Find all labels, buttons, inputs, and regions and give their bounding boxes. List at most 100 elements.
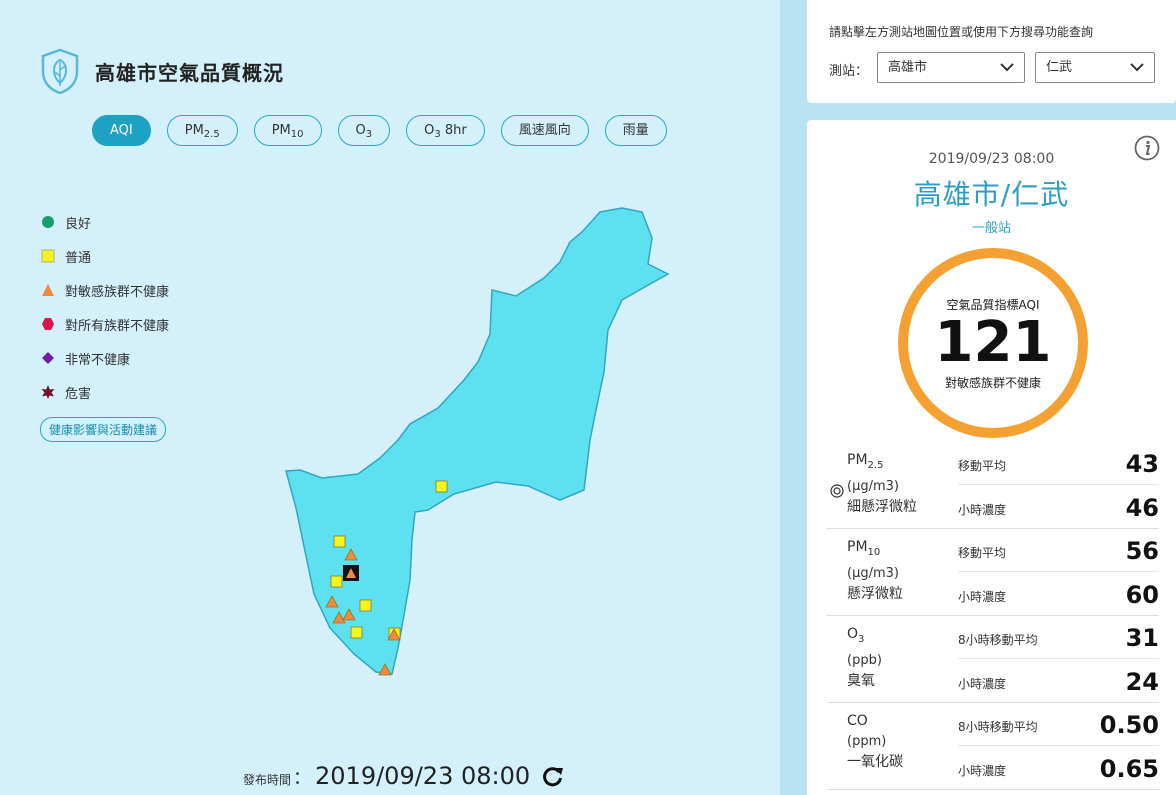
station-marker[interactable] xyxy=(333,535,346,548)
measure-label: 小時濃度 xyxy=(958,503,1007,517)
square-icon xyxy=(40,248,56,264)
pollutant-unit: (μg/m3) xyxy=(847,565,899,581)
health-advice-button[interactable]: 健康影響與活動建議 xyxy=(40,417,167,442)
measure-label: 移動平均 xyxy=(958,459,1007,473)
page-title: 高雄市空氣品質概況 xyxy=(95,61,284,85)
station-datetime: 2019/09/23 08:00 xyxy=(928,151,1055,167)
station-type: 一般站 xyxy=(971,221,1011,236)
kaohsiung-region-shape xyxy=(285,207,670,675)
measure-value: 56 xyxy=(1125,537,1159,565)
legend-item-good: 良好 xyxy=(40,205,169,239)
site-select[interactable]: 仁武 xyxy=(1035,52,1155,83)
city-select-value: 高雄市 xyxy=(888,60,928,75)
hourly-row: 小時濃度 24 xyxy=(958,660,1159,703)
tab-aqi[interactable]: AQI xyxy=(92,115,151,146)
left-panel: 高雄市空氣品質概況 AQI PM2.5 PM10 O3 O3 8hr 風速風向 … xyxy=(0,0,780,795)
pollutant-tabs: AQI PM2.5 PM10 O3 O3 8hr 風速風向 雨量 xyxy=(92,115,667,146)
measure-value: 0.65 xyxy=(1099,755,1159,783)
legend-label: 普通 xyxy=(65,250,92,266)
target-icon xyxy=(830,484,844,498)
pollutant-name: PM2.5 (μg/m3) 細懸浮微粒 xyxy=(847,450,917,517)
tab-wind[interactable]: 風速風向 xyxy=(500,115,589,146)
diamond-icon xyxy=(40,350,56,366)
pollutant-desc: 懸浮微粒 xyxy=(847,585,903,602)
station-search-card: 請點擊左方測站地圖位置或使用下方搜尋功能查詢 測站： 高雄市 仁武 xyxy=(807,0,1176,103)
tab-label: PM xyxy=(271,123,291,138)
tab-rain[interactable]: 雨量 xyxy=(604,115,667,146)
measure-value: 24 xyxy=(1125,668,1159,696)
measure-value: 46 xyxy=(1125,494,1159,522)
aqi-status: 對敏感族群不健康 xyxy=(944,376,1041,390)
tab-o3-8hr[interactable]: O3 8hr xyxy=(406,115,485,146)
publish-time-value: 2019/09/23 08:00 xyxy=(315,762,531,790)
moving-average-row: 8小時移動平均 0.50 xyxy=(958,703,1159,746)
pollutant-row-pm10: PM10 (μg/m3) 懸浮微粒 移動平均 56 小時濃度 60 xyxy=(827,529,1159,616)
measure-value: 31 xyxy=(1125,624,1159,652)
tab-label: AQI xyxy=(110,123,133,138)
legend-label: 良好 xyxy=(65,216,92,232)
refresh-icon[interactable] xyxy=(542,765,564,787)
moving-average-row: 移動平均 56 xyxy=(958,529,1159,572)
moving-average-row: 移動平均 43 xyxy=(958,442,1159,485)
hexagon-icon xyxy=(40,316,56,332)
pollutant-desc: 細懸浮微粒 xyxy=(847,498,917,515)
tab-suffix: 8hr xyxy=(440,123,467,138)
tab-label: 風速風向 xyxy=(518,123,571,138)
legend-item-sensitive: 對敏感族群不健康 xyxy=(40,273,169,307)
measure-value: 0.50 xyxy=(1099,711,1159,739)
pollutant-name: CO (ppm) 一氧化碳 xyxy=(847,711,903,772)
publish-time: 發布時間 ： 2019/09/23 08:00 xyxy=(243,762,564,790)
aqi-legend: 良好 普通 對敏感族群不健康 對所有族群不健康 非常不健康 危害 健康影響與活動… xyxy=(40,205,169,442)
selected-station-marker[interactable] xyxy=(343,565,359,581)
triangle-icon xyxy=(40,282,56,298)
pollutant-list: PM2.5 (μg/m3) 細懸浮微粒 移動平均 43 小時濃度 46 PM10… xyxy=(827,442,1159,790)
pollutant-symbol: PM xyxy=(847,452,868,468)
station-marker[interactable] xyxy=(435,480,448,493)
chevron-down-icon xyxy=(1000,63,1014,72)
legend-item-moderate: 普通 xyxy=(40,239,169,273)
hourly-row: 小時濃度 0.65 xyxy=(958,747,1159,790)
station-marker[interactable] xyxy=(350,626,363,639)
hourly-row: 小時濃度 60 xyxy=(958,573,1159,616)
legend-item-hazardous: 危害 xyxy=(40,375,169,409)
legend-label: 危害 xyxy=(65,386,92,402)
measure-label: 小時濃度 xyxy=(958,590,1007,604)
tab-subscript: 2.5 xyxy=(203,129,220,140)
measure-value: 43 xyxy=(1125,450,1159,478)
pollutant-subscript: 3 xyxy=(858,633,865,645)
tab-pm10[interactable]: PM10 xyxy=(253,115,322,146)
aqi-gauge: 空氣品質指標AQI 121 對敏感族群不健康 xyxy=(898,248,1088,438)
tab-label: O xyxy=(355,123,366,138)
station-info-card: 2019/09/23 08:00 高雄市/仁武 一般站 空氣品質指標AQI 12… xyxy=(807,120,1176,795)
station-name: 高雄市/仁武 xyxy=(913,178,1070,211)
tab-pm25[interactable]: PM2.5 xyxy=(166,115,238,146)
pollutant-row-pm25: PM2.5 (μg/m3) 細懸浮微粒 移動平均 43 小時濃度 46 xyxy=(827,442,1159,529)
measure-label: 小時濃度 xyxy=(958,764,1007,778)
measure-label: 8小時移動平均 xyxy=(958,720,1038,734)
city-select[interactable]: 高雄市 xyxy=(877,52,1025,83)
pollutant-subscript: 2.5 xyxy=(867,459,884,471)
tab-label: O xyxy=(424,123,435,138)
pollutant-unit: (ppm) xyxy=(847,734,887,749)
pollutant-desc: 臭氧 xyxy=(847,672,875,689)
star-icon xyxy=(40,384,56,400)
pollutant-name: O3 (ppb) 臭氧 xyxy=(847,624,882,691)
station-marker[interactable] xyxy=(359,599,372,612)
legend-label: 非常不健康 xyxy=(65,352,131,368)
pollutant-unit: (ppb) xyxy=(847,652,882,668)
tab-o3[interactable]: O3 xyxy=(337,115,391,146)
pollutant-symbol: O xyxy=(847,626,859,642)
aqi-value: 121 xyxy=(934,310,1052,375)
tab-subscript: 10 xyxy=(290,129,304,140)
pollutant-row-co: CO (ppm) 一氧化碳 8小時移動平均 0.50 小時濃度 0.65 xyxy=(827,703,1159,790)
publish-separator: ： xyxy=(293,768,312,789)
measure-value: 60 xyxy=(1125,581,1159,609)
tab-label: 雨量 xyxy=(622,123,649,138)
legend-label: 對敏感族群不健康 xyxy=(65,284,170,300)
pollutant-unit: (μg/m3) xyxy=(847,478,899,494)
pollutant-row-o3: O3 (ppb) 臭氧 8小時移動平均 31 小時濃度 24 xyxy=(827,616,1159,703)
station-marker[interactable] xyxy=(330,575,343,588)
hourly-row: 小時濃度 46 xyxy=(958,486,1159,529)
legend-label: 對所有族群不健康 xyxy=(65,318,170,334)
site-select-value: 仁武 xyxy=(1046,60,1073,75)
